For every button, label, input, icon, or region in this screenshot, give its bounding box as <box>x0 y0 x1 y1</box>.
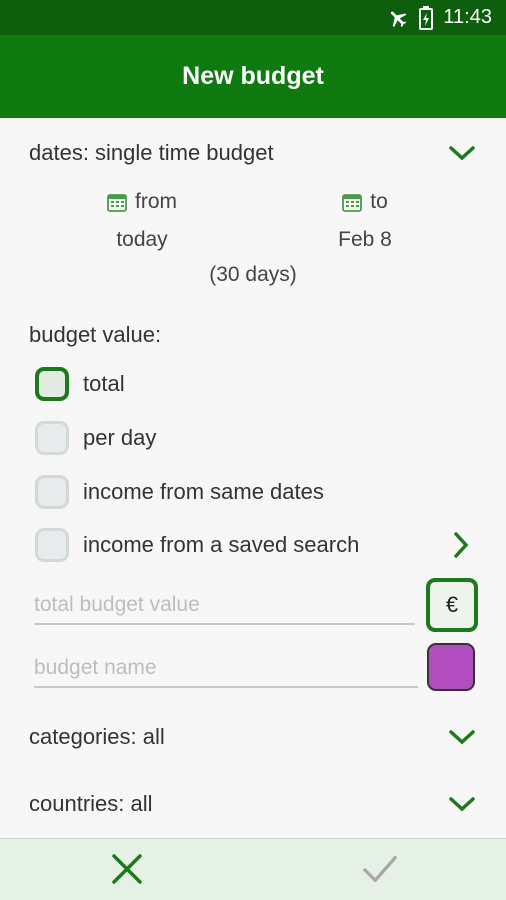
close-icon <box>112 854 142 884</box>
categories-label: categories: all <box>29 724 165 749</box>
categories-dropdown[interactable]: categories: all <box>29 724 476 750</box>
budget-form: dates: single time budget from today to … <box>0 118 506 838</box>
radio[interactable] <box>35 475 69 509</box>
checkmark-icon <box>363 855 397 883</box>
battery-charging-icon <box>419 5 434 30</box>
budget-name-placeholder: budget name <box>34 656 157 679</box>
to-label: to <box>370 190 388 213</box>
currency-symbol: € <box>445 592 459 617</box>
calendar-icon <box>107 192 127 212</box>
cancel-button[interactable] <box>109 851 145 887</box>
option-income-same-dates[interactable]: income from same dates <box>35 475 324 509</box>
airplane-icon <box>387 7 409 29</box>
total-budget-placeholder: total budget value <box>34 593 200 616</box>
dates-dropdown[interactable]: dates: single time budget <box>29 140 476 166</box>
currency-button[interactable]: € <box>426 578 478 632</box>
radio[interactable] <box>35 421 69 455</box>
chevron-down-icon <box>448 143 476 163</box>
option-per-day[interactable]: per day <box>35 421 156 455</box>
to-value: Feb 8 <box>338 228 392 251</box>
chevron-right-icon[interactable] <box>451 530 471 560</box>
countries-dropdown[interactable]: countries: all <box>29 791 476 817</box>
option-label: per day <box>83 425 157 450</box>
duration-text: (30 days) <box>209 263 297 286</box>
budget-value-label: budget value: <box>29 322 162 347</box>
countries-label: countries: all <box>29 791 153 816</box>
status-time: 11:43 <box>443 6 492 28</box>
option-income-saved-search[interactable]: income from a saved search <box>35 528 359 562</box>
radio-selected[interactable] <box>35 367 69 401</box>
option-label: income from same dates <box>83 479 324 504</box>
confirm-button[interactable] <box>362 851 398 887</box>
radio[interactable] <box>35 528 69 562</box>
option-label: income from a saved search <box>83 532 360 557</box>
status-bar: 11:43 <box>0 0 506 35</box>
color-picker-button[interactable] <box>427 643 475 691</box>
bottom-action-bar <box>0 838 506 900</box>
to-date-picker[interactable]: to Feb 8 <box>320 190 410 252</box>
budget-name-input[interactable]: budget name <box>34 656 418 688</box>
option-label: total <box>83 371 125 396</box>
app-bar: New budget <box>0 35 506 118</box>
option-total[interactable]: total <box>35 367 125 401</box>
chevron-down-icon <box>448 727 476 747</box>
dates-label: dates: single time budget <box>29 140 274 165</box>
calendar-icon <box>342 192 363 212</box>
chevron-down-icon <box>448 794 476 814</box>
from-label: from <box>135 190 177 213</box>
from-value: today <box>116 228 168 251</box>
total-budget-input[interactable]: total budget value <box>34 593 415 625</box>
from-date-picker[interactable]: from today <box>90 190 194 252</box>
page-title: New budget <box>182 62 324 90</box>
